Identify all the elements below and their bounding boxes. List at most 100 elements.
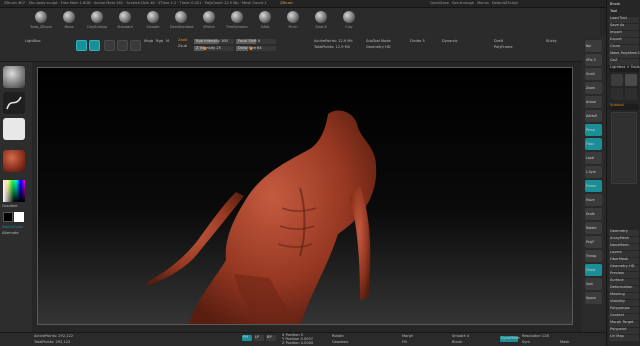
smooth-slider[interactable]: Smooth 4 [452,334,469,339]
uv-map-section[interactable]: UV Map [609,334,639,341]
z-position[interactable]: Z Position 0.0000 [282,341,313,346]
shelf-brush-6[interactable]: DamStandard [170,11,193,33]
lsym-button[interactable]: L.Sym [585,166,602,178]
rotate-button[interactable] [130,40,141,51]
polyframe-toggle[interactable]: PolyFrame [494,45,513,50]
zsub-button[interactable]: Zsub [178,44,187,49]
actual-button[interactable]: Actual [585,96,602,108]
panel-subtitle: Tool [610,9,617,13]
rgb-button[interactable]: Rgb [156,39,163,44]
shelf-brush-1[interactable]: Tools_ZBrush [30,11,52,33]
menu-quicksave[interactable]: QuickSave [430,1,449,6]
ghost-button[interactable]: Ghost [585,264,602,276]
transp-button[interactable]: Transp [585,250,602,262]
tool-thumb-3[interactable] [611,88,623,100]
subtool-mode[interactable]: SubTool Mode [366,39,391,44]
shelf-brush-11[interactable]: Slash3 [310,11,332,33]
sticky-toggle[interactable]: Sticky [546,39,557,44]
aahalf-button[interactable]: AAHalf [585,110,602,122]
bp-button[interactable]: BP [266,335,276,341]
shelf-brush-4[interactable]: Standard [114,11,136,33]
z-intensity-slider[interactable]: Z Intensity 25 [194,46,234,51]
sphere-icon [259,11,271,23]
subtool-list[interactable] [611,112,637,184]
rgb-intensity-slider[interactable]: Rgb Intensity 100 [194,39,234,44]
divide-readout[interactable]: Divide 5 [410,39,425,44]
tool-thumb-2[interactable] [625,74,637,86]
bpr-button[interactable]: Bpr [585,40,602,52]
frame-button[interactable]: Frame [585,180,602,192]
floor-button[interactable]: Floor [585,138,602,150]
polyf-button[interactable]: PolyF [585,236,602,248]
geometry-hd[interactable]: Geometry HD [366,45,391,50]
zadd-button[interactable]: Zadd [178,38,187,43]
local-button[interactable]: Local [585,152,602,164]
shelf-brush-8[interactable]: TrimDynamic [226,11,248,33]
rotate-view-button[interactable]: Rotate [585,222,602,234]
shelf-brush-2[interactable]: Move [58,11,80,33]
draw-size-slider[interactable]: Draw Size 64 [236,46,276,51]
menu-see-through[interactable]: See-through [452,1,474,6]
scroll-button[interactable]: Scroll [585,68,602,80]
draw-button[interactable] [89,40,100,51]
dynamic-toggle[interactable]: Dynamic [442,39,458,44]
menu-bar: ZBrush 4R7 · Zhu body sculpt · Free Mem … [0,0,640,8]
tool-thumb-4[interactable] [625,88,637,100]
mask-button[interactable]: Mask [560,340,569,345]
resolution-slider[interactable]: Resolution 128 [522,334,549,339]
stroke-picker[interactable] [3,92,25,114]
sym-button[interactable]: Sym [522,340,530,345]
shelf-brush-10[interactable]: Pinch [282,11,304,33]
color-picker[interactable] [3,180,25,202]
lp-button[interactable]: LP [254,335,264,341]
app-status: ZBrush [280,1,293,5]
menu-default-zscript[interactable]: DefaultZScript [492,1,518,6]
focal-shift-slider[interactable]: Focal Shift 0 [236,39,276,44]
pm-button[interactable]: PM [242,335,252,341]
brush-picker[interactable] [3,66,25,88]
fill-label[interactable]: Fill [402,340,407,345]
material-picker[interactable] [3,150,25,172]
active-points-readout: ActivePoints: 12.9 Mil [314,39,353,43]
alternate-button[interactable]: Alternate [2,231,19,236]
morph-label[interactable]: Morph [402,334,413,339]
m-button[interactable]: M [166,39,169,44]
alpha-picker[interactable] [3,118,25,140]
scale-button[interactable] [117,40,128,51]
tool-thumb-1[interactable] [611,74,623,86]
shelf-brush-7[interactable]: hPolish [198,11,220,33]
switch-color-button[interactable]: SwitchColor [2,225,23,230]
subtool-section[interactable]: Subtool [609,103,639,110]
lightbox-button[interactable]: LightBox [25,39,41,44]
zoom-button[interactable]: Zoom [585,82,602,94]
rotate-label[interactable]: Rotate [332,334,344,339]
spix-button[interactable]: SPix 3 [585,54,602,66]
draft-toggle[interactable]: Draft [494,39,503,44]
shelf-brush-3[interactable]: ClayBuildup [86,11,108,33]
shelf-brush-12[interactable]: Clay [338,11,360,33]
secondary-color-swatch[interactable] [14,212,24,222]
solo-button[interactable]: Solo [585,278,602,290]
xpose-button[interactable]: Xpose [585,292,602,304]
move-button[interactable] [104,40,115,51]
sphere-icon [91,11,103,23]
brush-label[interactable]: Brush [452,340,462,345]
shelf-brush-9[interactable]: Inflat [254,11,276,33]
mrgb-button[interactable]: Mrgb [144,39,153,44]
menu-menus[interactable]: Menus [477,1,489,6]
shelf-brush-5[interactable]: Smooth [142,11,164,33]
move-view-button[interactable]: Move [585,194,602,206]
right-tray: Bpr SPix 3 Scroll Zoom Actual AAHalf Per… [582,36,606,332]
persp-button[interactable]: Persp [585,124,602,136]
main-color-swatch[interactable] [3,212,13,222]
panel-title: Brush [610,2,621,6]
dynamesh-button[interactable]: DynaMesh [500,336,520,342]
scale-view-button[interactable]: Scale [585,208,602,220]
geodesic-label[interactable]: Geodesic [332,340,349,345]
lightbox-tools-button[interactable]: Lightbox > Tools [609,65,640,72]
stroke-icon [6,96,22,110]
viewport-canvas[interactable] [37,67,573,325]
total-points-readout: TotalPoints: 12.9 Mil [314,45,350,49]
edit-button[interactable] [76,40,87,51]
sphere-icon [343,11,355,23]
